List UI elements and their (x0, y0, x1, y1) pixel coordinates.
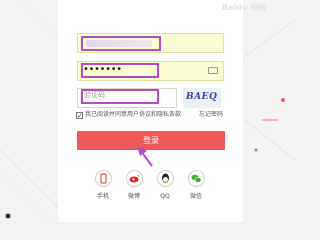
social-label-qq: QQ (160, 193, 170, 200)
username-highlight (81, 36, 161, 51)
captcha-text: BAEQ (186, 92, 218, 102)
phone-icon[interactable] (95, 170, 112, 187)
keyboard-icon[interactable] (208, 67, 218, 74)
watermark: Baidu 经验 (222, 3, 267, 12)
agree-text: 我已阅读并同意用户协议和隐私条款 (85, 111, 182, 118)
social-label-wechat: 微信 (189, 193, 202, 200)
password-highlight (81, 63, 159, 78)
qq-icon[interactable] (157, 170, 174, 187)
forgot-password-link[interactable]: 忘记密码 (199, 110, 223, 120)
agree-checkbox[interactable]: ✓ (76, 112, 83, 120)
arrow-icon (137, 146, 153, 167)
wechat-icon[interactable] (188, 170, 205, 187)
social-label-phone: 手机 (96, 193, 109, 200)
weibo-icon[interactable] (126, 170, 143, 187)
social-label-weibo: 微博 (127, 193, 140, 200)
captcha-highlight (81, 89, 159, 104)
